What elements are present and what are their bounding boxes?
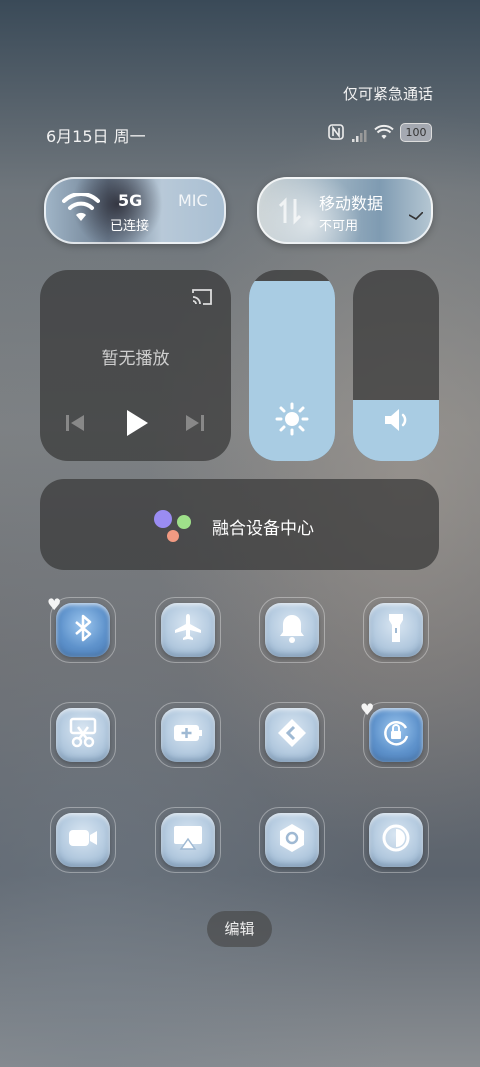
nfc-icon <box>275 821 309 859</box>
battery-saver-tile[interactable] <box>155 702 221 768</box>
mobile-data-status: 不可用 <box>319 219 359 234</box>
battery-indicator: 100 <box>400 123 432 142</box>
wifi-status-icon <box>374 124 394 144</box>
video-icon <box>66 821 100 859</box>
wifi-name-suffix: MIC <box>178 191 208 210</box>
wifi-toggle[interactable]: 5G MIC 已连接 <box>44 177 226 244</box>
rotation-lock-icon <box>379 716 413 754</box>
flashlight-icon <box>379 611 413 649</box>
media-player-card[interactable]: 暂无播放 <box>40 270 231 461</box>
heart-icon: ♥ <box>360 700 375 719</box>
heart-icon: ♥ <box>47 595 62 614</box>
device-center-icon <box>152 509 194 549</box>
signal-icon <box>352 127 368 146</box>
cast-tile[interactable] <box>155 807 221 873</box>
ringer-tile[interactable] <box>259 597 325 663</box>
mobile-data-toggle[interactable]: 移动数据 不可用 <box>257 177 433 244</box>
bell-icon <box>275 611 309 649</box>
dark-mode-icon <box>379 821 413 859</box>
battery-saver-icon <box>171 716 205 754</box>
play-icon[interactable] <box>124 408 150 442</box>
flashlight-tile[interactable] <box>363 597 429 663</box>
media-status: 暂无播放 <box>101 349 170 369</box>
cast-icon[interactable] <box>191 288 213 310</box>
nfc-tile[interactable] <box>259 807 325 873</box>
edit-button[interactable]: 编辑 <box>207 911 272 947</box>
airplane-tile[interactable] <box>155 597 221 663</box>
wifi-status: 已连接 <box>110 219 150 234</box>
share-icon <box>275 716 309 754</box>
screenshot-tile[interactable] <box>50 702 116 768</box>
date-label: 6月15日 周一 <box>46 127 146 146</box>
mobile-data-icon <box>278 197 302 229</box>
emergency-call-label: 仅可紧急通话 <box>343 85 434 103</box>
device-center-label: 融合设备中心 <box>212 519 314 539</box>
screen-record-tile[interactable] <box>50 807 116 873</box>
share-tile[interactable] <box>259 702 325 768</box>
nfc-status-icon <box>328 124 344 144</box>
device-center-button[interactable]: 融合设备中心 <box>40 479 439 570</box>
volume-slider[interactable] <box>353 270 439 461</box>
mobile-data-label: 移动数据 <box>319 194 384 213</box>
bird-icon <box>408 205 424 224</box>
previous-icon[interactable] <box>65 413 85 437</box>
brightness-slider[interactable] <box>249 270 335 461</box>
volume-icon <box>382 405 412 439</box>
screenshot-icon <box>66 716 100 754</box>
wifi-name: 5G <box>118 191 143 210</box>
screen-cast-icon <box>171 821 205 859</box>
brightness-icon <box>275 402 309 440</box>
dark-mode-tile[interactable] <box>363 807 429 873</box>
next-icon[interactable] <box>185 413 205 437</box>
bluetooth-icon <box>66 611 100 649</box>
airplane-icon <box>171 611 205 649</box>
wifi-icon <box>62 191 100 227</box>
